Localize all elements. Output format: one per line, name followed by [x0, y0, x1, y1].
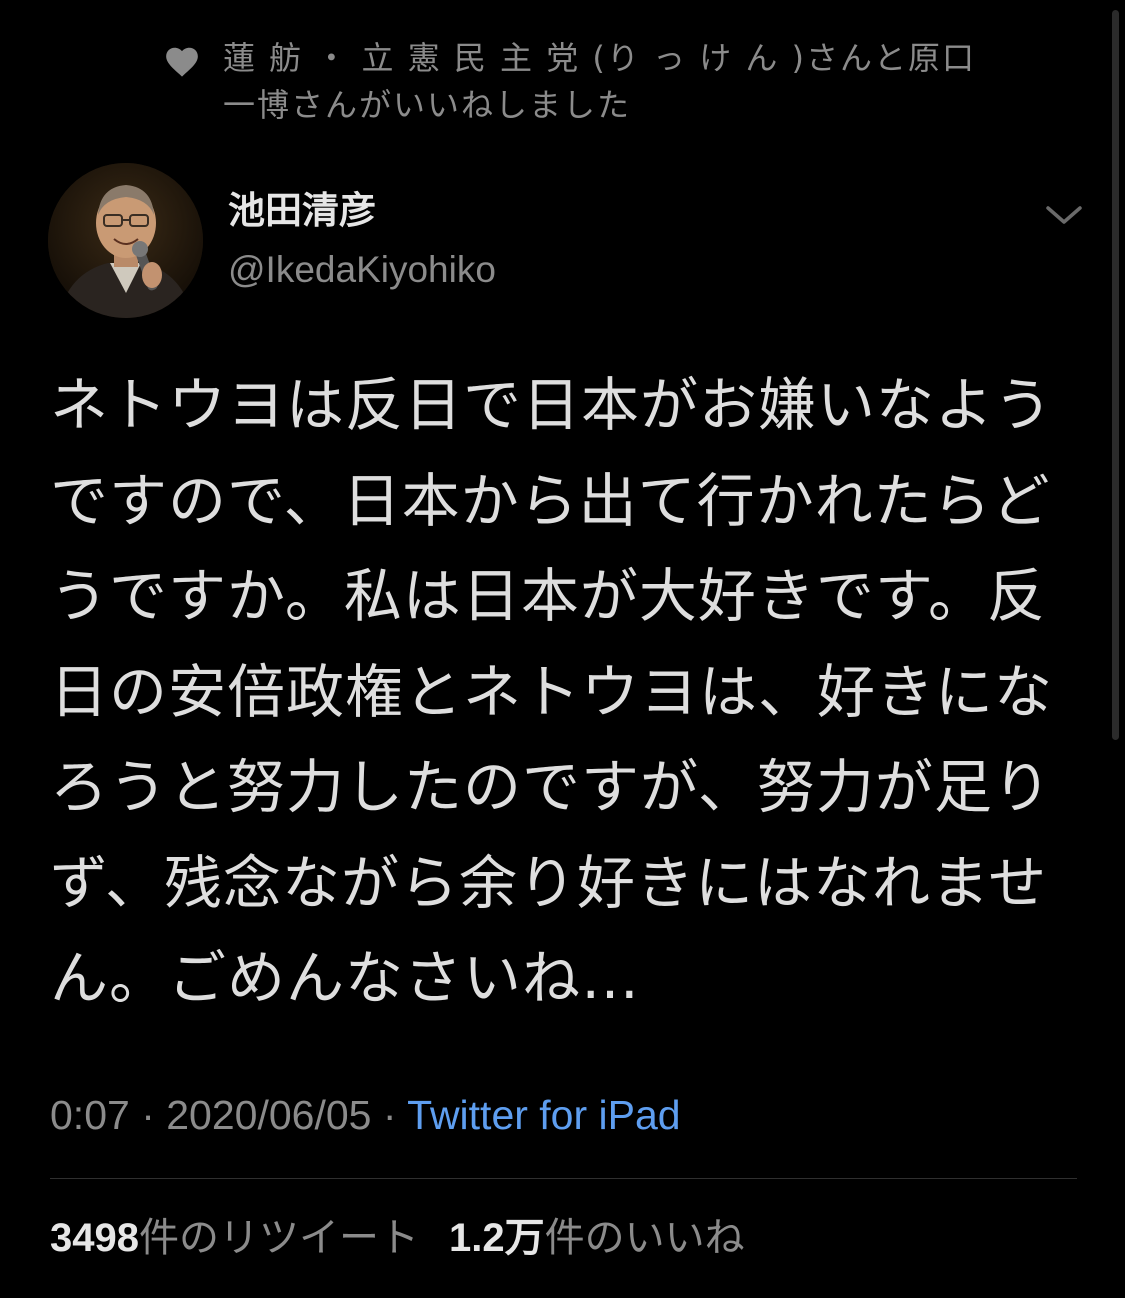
retweet-stat[interactable]: 3498件のリツイート	[50, 1215, 419, 1261]
tweet-time: 0:07	[50, 1092, 130, 1138]
tweet-source-link[interactable]: Twitter for iPad	[407, 1092, 680, 1138]
like-count: 1.2万	[448, 1216, 545, 1260]
display-name[interactable]: 池田清彦	[228, 186, 376, 236]
meta-separator: ·	[129, 1092, 167, 1138]
tweet-text: ネトウヨは反日で日本がお嫌いなようですので、日本から出て行かれたらどうですか。私…	[50, 371, 1054, 1012]
tweet-date: 2020/06/05	[166, 1092, 372, 1138]
chevron-down-icon[interactable]	[1042, 200, 1086, 230]
scrollbar[interactable]	[1112, 10, 1119, 740]
avatar[interactable]	[48, 163, 203, 318]
tweet-stats: 3498件のリツイート 1.2万件のいいね	[50, 1210, 745, 1266]
avatar-photo	[48, 163, 203, 318]
divider	[50, 1178, 1077, 1179]
like-stat[interactable]: 1.2万件のいいね	[449, 1215, 745, 1261]
social-context-text: 蓮 舫 ・ 立 憲 民 主 党 (り っ け ん )さんと原口 一博さんがいいね…	[223, 39, 1011, 124]
retweet-count: 3498	[50, 1216, 139, 1260]
retweet-label: 件のリツイート	[138, 1215, 419, 1261]
social-context[interactable]: 蓮 舫 ・ 立 憲 民 主 党 (り っ け ん )さんと原口 一博さんがいいね…	[163, 35, 1033, 129]
heart-icon	[166, 47, 198, 77]
user-handle[interactable]: @IkedaKiyohiko	[228, 245, 496, 295]
meta-separator: ·	[371, 1092, 408, 1138]
like-label: 件のいいね	[544, 1215, 745, 1261]
tweet-meta: 0:07 · 2020/06/05 · Twitter for iPad	[50, 1087, 681, 1143]
